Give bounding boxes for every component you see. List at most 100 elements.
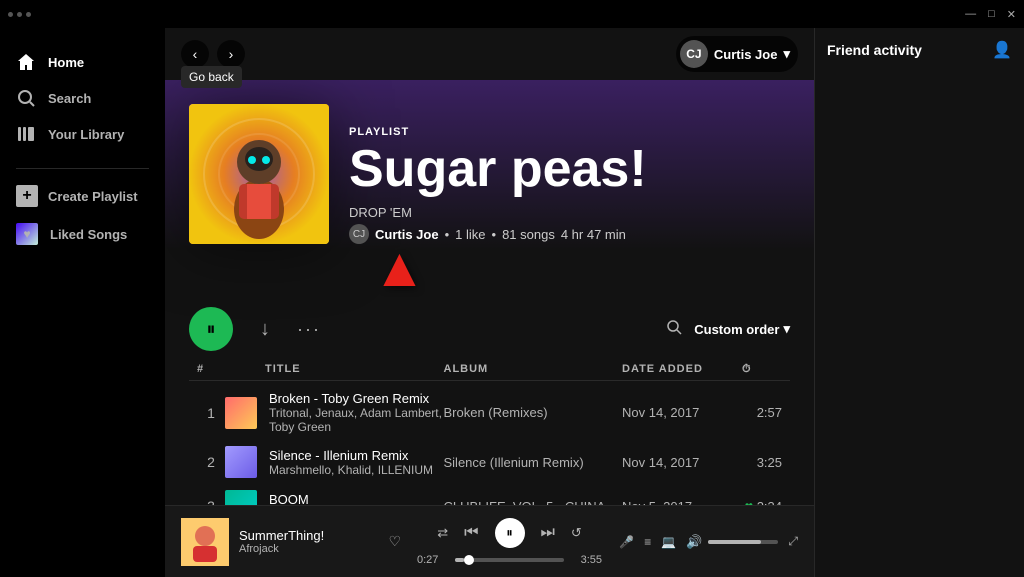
track-name: Broken - Toby Green Remix [269,391,444,406]
playlist-cover-image [189,104,329,244]
custom-order-dropdown[interactable]: Custom order ▾ [694,321,790,337]
track-duration: 2:57 [742,405,782,420]
track-duration: ♥ 2:34 [742,498,782,505]
track-title-area: Broken - Toby Green Remix Tritonal, Jena… [265,391,444,434]
volume-icon[interactable]: 🔊 [686,534,702,550]
now-playing-artist: Afrojack [239,543,378,555]
progress-track[interactable] [455,558,564,562]
playlist-info: PLAYLIST Sugar peas! DROP 'EM CJ Curtis … [349,126,790,244]
player-right: 🎤 ≡ 💻 🔊 ⤢ [618,534,798,550]
progress-fill [455,558,464,562]
progress-bar-area: 0:27 3:55 [417,554,602,566]
queue-button[interactable]: ≡ [644,535,651,549]
playlist-song-count: 81 songs [502,227,555,242]
sidebar-item-library[interactable]: Your Library [0,116,165,152]
owner-avatar: CJ [349,224,369,244]
search-icon [16,88,36,108]
player-controls: ⇄ ⏮ ⏸ ⏭ ↺ [437,518,582,548]
dropdown-icon: ▾ [783,46,790,62]
sidebar: Home Search [0,28,165,577]
forward-button[interactable]: › [217,40,245,68]
user-name: Curtis Joe [714,47,778,62]
track-num-cell: 1 [197,405,225,421]
track-number: 2 [207,454,215,470]
repeat-button[interactable]: ↺ [571,525,582,541]
controls-right: Custom order ▾ [666,319,790,340]
create-playlist-icon: + [16,185,38,207]
previous-button[interactable]: ⏮ [464,524,478,542]
friend-activity-add-icon[interactable]: 👤 [992,40,1012,60]
track-list-header: # TITLE ALBUM DATE ADDED ⏱ [189,359,790,381]
progress-current: 0:27 [417,554,447,566]
track-date: Nov 14, 2017 [622,455,742,470]
now-playing-thumbnail [181,518,229,566]
titlebar-controls: — □ ✕ [965,8,1016,21]
player-play-pause-button[interactable]: ⏸ [495,518,525,548]
devices-button[interactable]: 💻 [661,535,676,549]
dot-separator-1: • [445,227,450,242]
playlist-subtitle: DROP 'EM [349,205,790,220]
sidebar-divider [16,168,149,169]
track-artist: Tritonal, Jenaux, Adam Lambert, Toby Gre… [269,406,444,434]
sidebar-nav: Home Search [0,36,165,160]
track-row[interactable]: 1 Broken - Toby Green Remix Tritonal, Je… [189,385,790,440]
sidebar-search-label: Search [48,91,91,106]
sidebar-create-label: Create Playlist [48,189,138,204]
user-button[interactable]: CJ Curtis Joe ▾ [676,36,798,72]
track-info: Silence - Illenium Remix Marshmello, Kha… [269,448,433,477]
liked-songs-icon: ♥ [16,223,38,245]
sidebar-home-label: Home [48,55,84,70]
sidebar-item-liked-songs[interactable]: ♥ Liked Songs [0,215,165,253]
dot-3 [26,12,31,17]
shuffle-button[interactable]: ⇄ [437,525,448,541]
controls-row: ⏸ ↓ ··· Custom order ▾ [165,299,814,359]
playlist-title: Sugar peas! [349,142,790,197]
minimize-button[interactable]: — [965,8,976,20]
search-tracks-button[interactable] [666,319,682,340]
next-button[interactable]: ⏭ [541,524,555,542]
playlist-likes: 1 like [455,227,485,242]
big-red-arrow: ▲ [372,240,426,295]
sidebar-liked-label: Liked Songs [50,227,127,242]
track-number: 3 [207,498,215,505]
right-panel: Friend activity 👤 [814,28,1024,577]
playlist-area[interactable]: PLAYLIST Sugar peas! DROP 'EM CJ Curtis … [165,80,814,505]
sidebar-library-label: Your Library [48,127,124,142]
lyrics-button[interactable]: 🎤 [619,535,634,549]
track-date: Nov 14, 2017 [622,405,742,420]
volume-track[interactable] [708,540,778,544]
nav-arrows: ‹ › [181,40,245,68]
track-name: BOOM [269,492,349,506]
dot-1 [8,12,13,17]
track-thumbnail [225,397,257,429]
arrow-annotation: ▲ .big-arrow { color: #e8211a; font-size… [165,250,814,295]
track-num-cell: 3 [197,498,225,505]
track-album: Broken (Remixes) [444,405,623,420]
progress-dot [464,555,474,565]
sidebar-item-create-playlist[interactable]: + Create Playlist [0,177,165,215]
track-album: Silence (Illenium Remix) [444,455,623,470]
track-title-area: Silence - Illenium Remix Marshmello, Kha… [265,448,444,477]
more-options-button[interactable]: ··· [297,319,321,340]
home-icon [16,52,36,72]
controls-left: ⏸ ↓ ··· [189,307,321,351]
track-thumbnail [225,490,257,505]
custom-order-label: Custom order [694,322,779,337]
liked-heart-icon: ♥ [745,498,753,505]
play-pause-button[interactable]: ⏸ [189,307,233,351]
back-button[interactable]: ‹ [181,40,209,68]
now-playing-like-button[interactable]: ♡ [388,533,401,550]
track-row[interactable]: 2 Silence - Illenium Remix Marshmello, K… [189,440,790,484]
maximize-button[interactable]: □ [988,8,995,20]
sidebar-item-search[interactable]: Search [0,80,165,116]
now-playing: SummerThing! Afrojack ♡ [181,518,401,566]
fullscreen-button[interactable]: ⤢ [788,534,798,549]
sidebar-item-home[interactable]: Home [0,44,165,80]
track-row[interactable]: 3 BOOM Tiësto, Sevenn CLUBLIFE, VOL. 5 -… [189,484,790,505]
close-button[interactable]: ✕ [1007,8,1016,21]
track-artist: Marshmello, Khalid, ILLENIUM [269,463,433,477]
dropdown-chevron-icon: ▾ [783,321,790,337]
header-title: TITLE [265,363,444,376]
download-button[interactable]: ↓ [249,313,281,345]
track-list: # TITLE ALBUM DATE ADDED ⏱ 1 Broken - To… [165,359,814,505]
